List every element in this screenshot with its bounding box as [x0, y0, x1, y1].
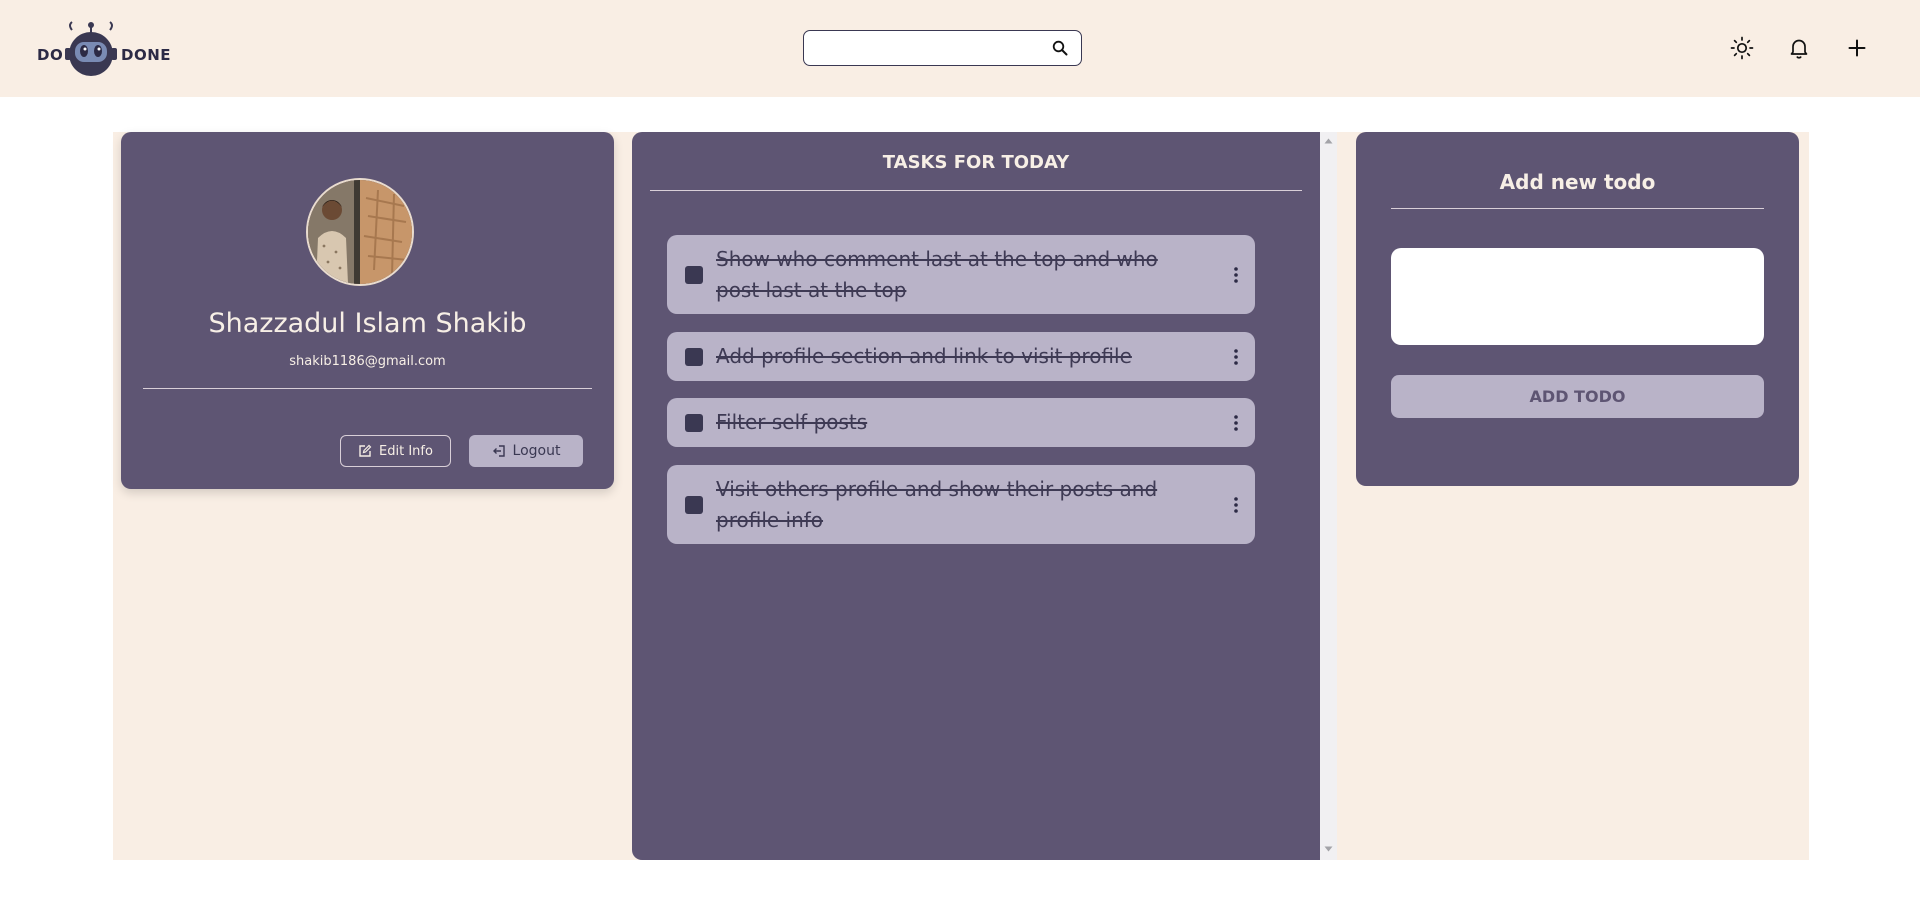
profile-card: Shazzadul Islam Shakib shakib1186@gmail.…	[121, 132, 614, 489]
tasks-title: TASKS FOR TODAY	[882, 152, 1070, 173]
add-todo-button[interactable]: ADD TODO	[1391, 375, 1764, 418]
task-item[interactable]: Show who comment last at the top and who…	[667, 235, 1255, 314]
tasks-scrollbar[interactable]	[1320, 132, 1337, 860]
task-checkbox[interactable]	[685, 496, 703, 514]
edit-icon	[359, 444, 372, 457]
task-item[interactable]: Filter self posts	[667, 398, 1255, 447]
profile-divider	[143, 388, 592, 389]
more-options-icon[interactable]	[1231, 266, 1241, 284]
edit-info-label: Edit Info	[379, 443, 433, 459]
search-box[interactable]	[803, 30, 1082, 66]
add-todo-title: Add new todo	[1499, 170, 1656, 194]
tasks-divider	[650, 190, 1302, 191]
search-input[interactable]	[812, 37, 1036, 61]
robot-icon	[65, 21, 117, 76]
task-checkbox[interactable]	[685, 348, 703, 366]
top-bar: DO DONE	[0, 0, 1920, 97]
task-checkbox[interactable]	[685, 414, 703, 432]
avatar-photo	[308, 180, 412, 284]
avatar[interactable]	[306, 178, 414, 286]
bell-icon[interactable]	[1787, 36, 1811, 60]
search-icon[interactable]	[1052, 40, 1068, 56]
task-text: Filter self posts	[716, 410, 868, 434]
more-options-icon[interactable]	[1231, 414, 1241, 432]
task-text: Add profile section and link to visit pr…	[716, 344, 1132, 368]
task-item[interactable]: Add profile section and link to visit pr…	[667, 332, 1255, 381]
tasks-panel: TASKS FOR TODAY Show who comment last at…	[632, 132, 1320, 860]
profile-email: shakib1186@gmail.com	[289, 354, 446, 369]
task-text: Visit others profile and show their post…	[716, 477, 1158, 532]
todo-input[interactable]	[1391, 248, 1764, 345]
more-options-icon[interactable]	[1231, 348, 1241, 366]
task-item[interactable]: Visit others profile and show their post…	[667, 465, 1255, 544]
task-text: Show who comment last at the top and who…	[716, 247, 1158, 302]
logo-text-done: DONE	[121, 46, 172, 64]
add-todo-divider	[1391, 208, 1764, 209]
add-todo-card: Add new todo ADD TODO	[1356, 132, 1799, 486]
plus-icon[interactable]	[1845, 36, 1869, 60]
logout-icon	[492, 445, 505, 457]
task-checkbox[interactable]	[685, 266, 703, 284]
more-options-icon[interactable]	[1231, 496, 1241, 514]
edit-info-button[interactable]: Edit Info	[340, 435, 451, 467]
logo-text-do: DO	[37, 46, 64, 64]
logout-button[interactable]: Logout	[469, 435, 583, 467]
logout-label: Logout	[512, 443, 561, 459]
sun-icon[interactable]	[1730, 36, 1754, 60]
app-logo[interactable]: DO DONE	[36, 20, 176, 76]
profile-name: Shazzadul Islam Shakib	[208, 308, 527, 339]
scroll-up-arrow-icon[interactable]	[1324, 138, 1333, 144]
scroll-down-arrow-icon[interactable]	[1324, 846, 1333, 852]
